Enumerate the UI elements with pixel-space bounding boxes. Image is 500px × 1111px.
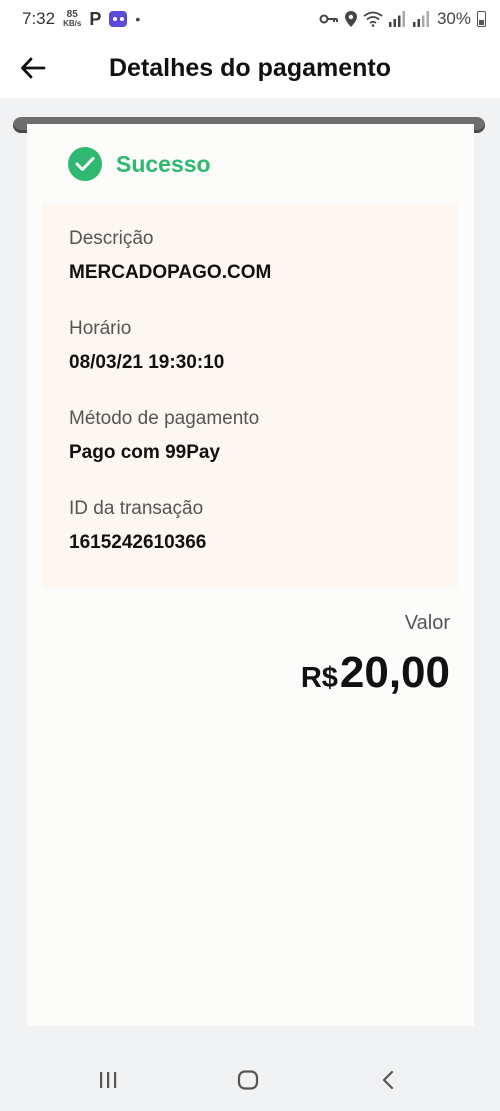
chevron-left-icon bbox=[382, 1070, 394, 1090]
home-icon bbox=[237, 1070, 259, 1090]
amount-currency: R$ bbox=[300, 662, 338, 694]
location-icon bbox=[344, 11, 357, 27]
field-label: Horário bbox=[69, 318, 132, 339]
receipt-torn-edge bbox=[27, 1019, 474, 1035]
wifi-icon bbox=[363, 11, 383, 27]
signal-icon-2 bbox=[412, 11, 429, 27]
p-app-icon: P bbox=[89, 8, 102, 29]
home-button[interactable] bbox=[233, 1067, 263, 1093]
amount-value: 20,00 bbox=[339, 648, 450, 697]
battery-icon bbox=[477, 11, 486, 27]
page-title: Detalhes do pagamento bbox=[109, 53, 391, 82]
key-icon bbox=[319, 14, 338, 24]
status-time: 7:32 bbox=[22, 9, 56, 28]
battery-percentage: 30% bbox=[436, 9, 471, 28]
check-circle-icon bbox=[68, 147, 102, 181]
status-label: Sucesso bbox=[116, 150, 211, 177]
field-label: Descrição bbox=[69, 228, 154, 249]
field-payment-method: Método de pagamento Pago com 99Pay bbox=[69, 408, 259, 464]
amount-label: Valor bbox=[404, 612, 450, 634]
navigation-bar bbox=[0, 1047, 500, 1111]
system-back-button[interactable] bbox=[373, 1067, 403, 1093]
field-label: ID da transação bbox=[69, 498, 204, 519]
field-label: Método de pagamento bbox=[69, 408, 260, 429]
status-bar: 7:32 85 KB/s P • 30% bbox=[0, 0, 500, 38]
app-bar: Detalhes do pagamento bbox=[0, 38, 500, 98]
field-value: 08/03/21 19:30:10 bbox=[69, 352, 225, 373]
arrow-left-icon bbox=[21, 57, 46, 79]
more-notifications-icon: • bbox=[135, 11, 141, 27]
field-value: Pago com 99Pay bbox=[69, 442, 221, 463]
field-description: Descrição MERCADOPAGO.COM bbox=[69, 228, 271, 284]
app-notification-icon bbox=[109, 11, 128, 27]
payment-details: Descrição MERCADOPAGO.COM Horário 08/03/… bbox=[42, 203, 458, 588]
back-button[interactable] bbox=[14, 50, 52, 86]
recent-apps-icon bbox=[100, 1072, 117, 1088]
network-speed-unit: KB/s bbox=[63, 19, 82, 28]
network-speed: 85 KB/s bbox=[63, 10, 81, 28]
field-time: Horário 08/03/21 19:30:10 bbox=[69, 318, 224, 374]
amount: R$ 20,00 bbox=[301, 648, 450, 698]
field-value: MERCADOPAGO.COM bbox=[69, 262, 272, 283]
recent-apps-button[interactable] bbox=[93, 1067, 123, 1093]
field-transaction-id: ID da transação 1615242610366 bbox=[69, 498, 206, 554]
payment-status: Sucesso bbox=[68, 147, 211, 181]
field-value: 1615242610366 bbox=[69, 532, 207, 553]
signal-icon bbox=[388, 11, 405, 27]
